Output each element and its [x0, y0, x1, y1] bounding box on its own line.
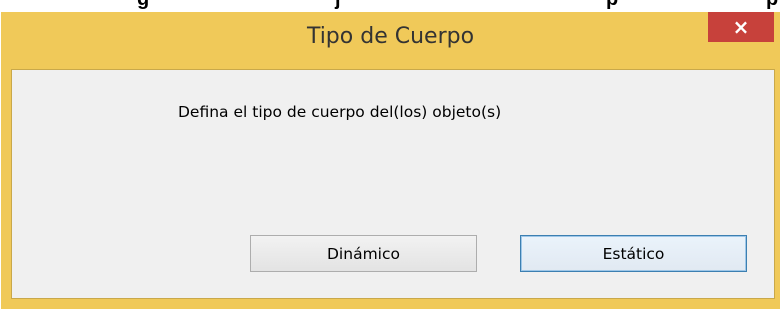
static-button[interactable]: Estático: [520, 235, 747, 272]
background-glyph: g: [137, 0, 150, 11]
dialog-content: Defina el tipo de cuerpo del(los) objeto…: [11, 69, 775, 299]
background-glyph: j: [335, 0, 341, 11]
title-bar[interactable]: Tipo de Cuerpo ×: [1, 12, 780, 68]
background-glyph: p: [766, 0, 779, 11]
dynamic-button[interactable]: Dinámico: [250, 235, 477, 272]
close-button[interactable]: ×: [708, 12, 774, 42]
close-icon: ×: [732, 15, 750, 39]
dialog-window: Tipo de Cuerpo × Defina el tipo de cuerp…: [1, 12, 780, 309]
background-glyph: p: [606, 0, 619, 11]
dialog-title: Tipo de Cuerpo: [306, 24, 475, 49]
background-text-fragment: g j p p: [0, 0, 780, 12]
dialog-message: Defina el tipo de cuerpo del(los) objeto…: [178, 103, 502, 121]
